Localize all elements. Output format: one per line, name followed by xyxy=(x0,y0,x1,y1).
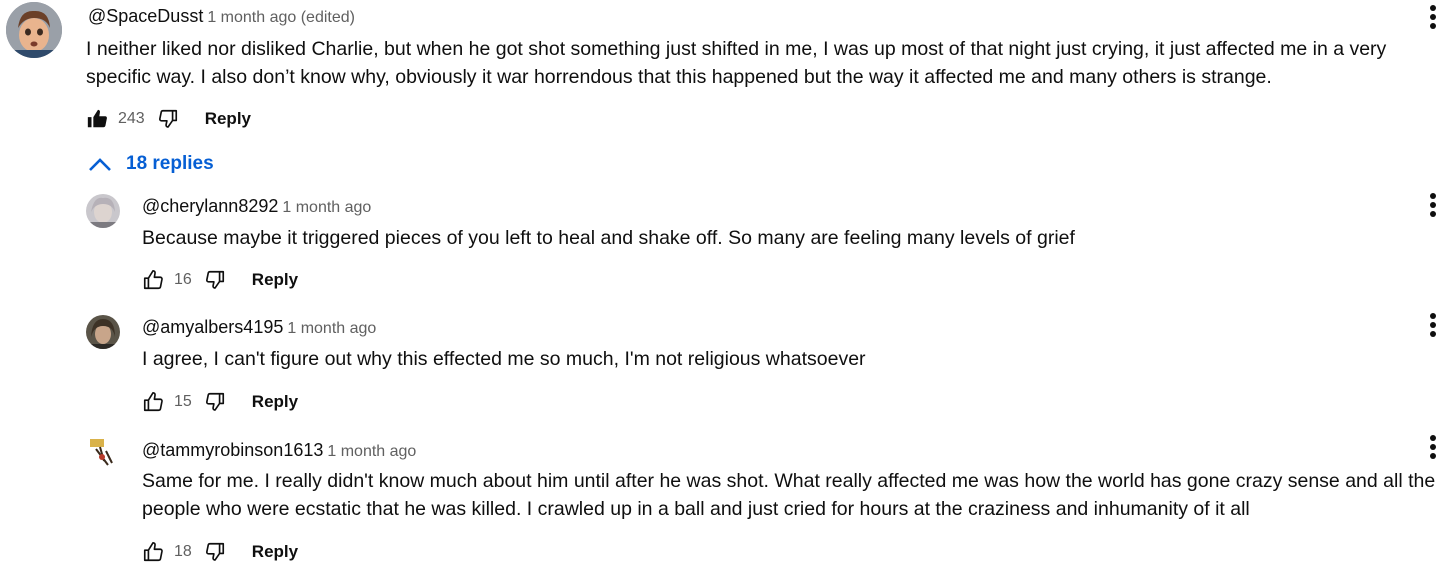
dislike-button[interactable] xyxy=(155,106,181,132)
comment-author[interactable]: @SpaceDusst 1 month ago (edited) xyxy=(88,6,355,27)
like-count: 243 xyxy=(118,110,145,127)
author-name[interactable]: @cherylann8292 xyxy=(142,196,278,216)
like-button[interactable] xyxy=(140,539,166,565)
like-button[interactable] xyxy=(84,106,110,132)
avatar[interactable] xyxy=(86,315,120,349)
reply-button[interactable]: Reply xyxy=(205,109,251,129)
thumbs-up-icon xyxy=(143,270,163,290)
comment-author[interactable]: @amyalbers4195 1 month ago xyxy=(142,317,376,338)
comment-menu-button[interactable] xyxy=(1423,305,1443,345)
comment-text-line: Same for me. I really didn't know much a… xyxy=(142,470,1436,492)
more-vertical-icon xyxy=(1430,435,1436,459)
comment-text-line: I neither liked nor disliked Charlie, bu… xyxy=(86,38,1387,60)
comment-timestamp[interactable]: 1 month ago (edited) xyxy=(207,9,355,26)
thumbs-up-icon xyxy=(143,392,163,412)
more-vertical-icon xyxy=(1430,313,1436,337)
comment-timestamp[interactable]: 1 month ago xyxy=(287,320,376,337)
more-vertical-icon xyxy=(1430,5,1436,29)
dislike-button[interactable] xyxy=(202,389,228,415)
reply-button[interactable]: Reply xyxy=(252,542,298,562)
comment-actions: 16 Reply xyxy=(140,267,298,293)
avatar[interactable] xyxy=(86,194,120,228)
author-name[interactable]: @amyalbers4195 xyxy=(142,317,283,337)
like-count: 15 xyxy=(174,393,192,410)
reply-button[interactable]: Reply xyxy=(252,392,298,412)
thumbs-down-icon xyxy=(205,542,224,561)
replies-toggle-button[interactable]: 18 replies xyxy=(88,153,214,175)
more-vertical-icon xyxy=(1430,193,1436,217)
comment-actions: 243 Reply xyxy=(84,106,251,132)
thumbs-down-icon xyxy=(158,109,177,128)
avatar[interactable] xyxy=(86,435,120,469)
comment-thread: @SpaceDusst 1 month ago (edited) I neithe… xyxy=(0,0,1456,571)
comment-timestamp[interactable]: 1 month ago xyxy=(282,199,371,216)
thumbs-up-icon xyxy=(87,109,107,128)
thumbs-down-icon xyxy=(205,392,224,411)
like-button[interactable] xyxy=(140,267,166,293)
comment-text-line: Because maybe it triggered pieces of you… xyxy=(142,227,1075,249)
comment-text-line: people who were ecstatic that he was kil… xyxy=(142,498,1250,520)
chevron-up-icon xyxy=(89,158,111,171)
author-name[interactable]: @SpaceDusst xyxy=(88,6,203,26)
like-count: 18 xyxy=(174,543,192,560)
author-name[interactable]: @tammyrobinson1613 xyxy=(142,440,323,460)
comment-menu-button[interactable] xyxy=(1423,0,1443,37)
like-count: 16 xyxy=(174,271,192,288)
comment-actions: 18 Reply xyxy=(140,539,298,565)
dislike-button[interactable] xyxy=(202,539,228,565)
reply-button[interactable]: Reply xyxy=(252,270,298,290)
comment-text-line: I agree, I can't figure out why this eff… xyxy=(142,348,866,370)
comment-menu-button[interactable] xyxy=(1423,427,1443,467)
avatar[interactable] xyxy=(6,2,62,58)
comment-actions: 15 Reply xyxy=(140,389,298,415)
comment-timestamp[interactable]: 1 month ago xyxy=(327,443,416,460)
comment-menu-button[interactable] xyxy=(1423,185,1443,225)
dislike-button[interactable] xyxy=(202,267,228,293)
thumbs-up-icon xyxy=(143,542,163,562)
like-button[interactable] xyxy=(140,389,166,415)
thumbs-down-icon xyxy=(205,270,224,289)
replies-count-label: 18 replies xyxy=(126,153,214,174)
comment-author[interactable]: @tammyrobinson1613 1 month ago xyxy=(142,440,416,461)
comment-text-line: specific way. I also don’t know why, obv… xyxy=(86,66,1272,88)
comment-author[interactable]: @cherylann8292 1 month ago xyxy=(142,196,371,217)
